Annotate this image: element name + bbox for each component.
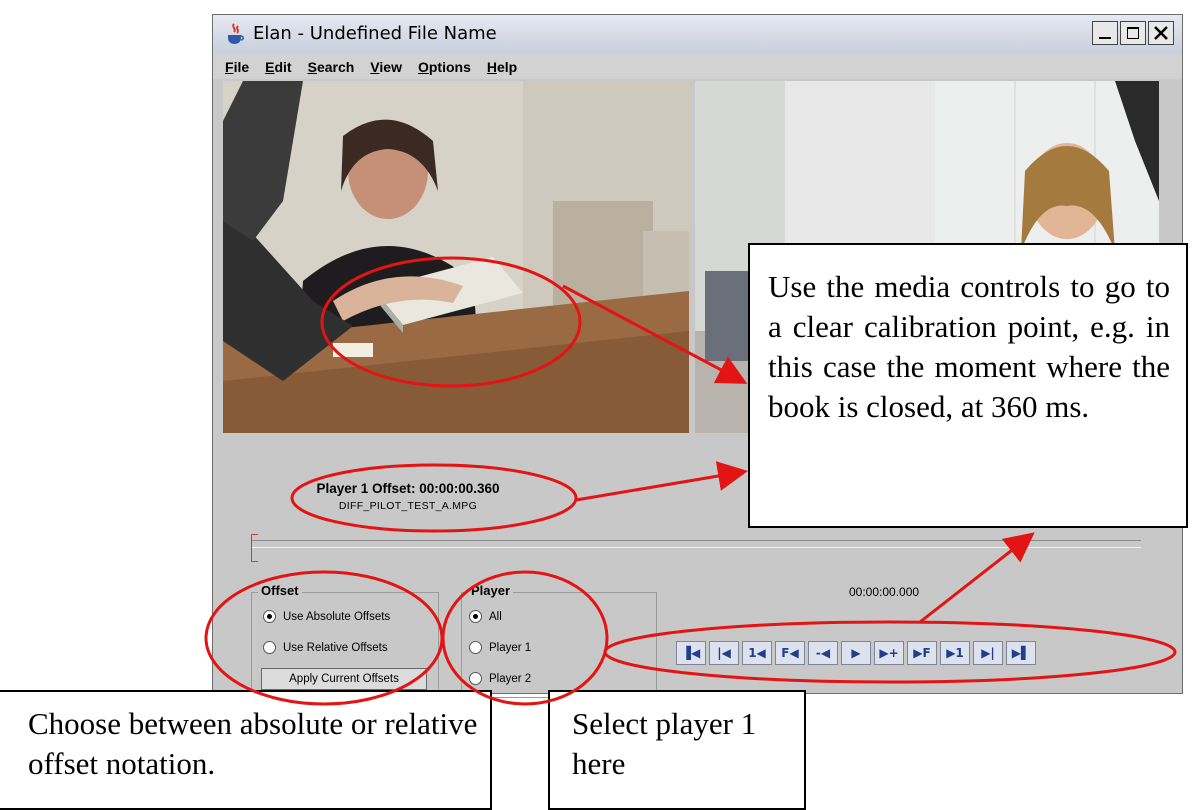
player-1-label: Player 1	[489, 641, 532, 654]
java-cup-icon	[228, 23, 244, 44]
close-icon[interactable]	[1148, 21, 1174, 45]
next-frame-icon[interactable]: ▶|	[973, 641, 1003, 665]
go-to-begin-icon[interactable]: ▐◀	[676, 641, 706, 665]
next-f-icon[interactable]: ▶F	[907, 641, 937, 665]
player-group-title: Player	[468, 583, 514, 598]
next-scroll-icon[interactable]: ▶+	[874, 641, 904, 665]
window-buttons	[1092, 21, 1174, 45]
maximize-icon[interactable]	[1120, 21, 1146, 45]
menu-edit[interactable]: Edit	[257, 53, 299, 79]
player-1-option[interactable]: Player 1	[469, 641, 531, 654]
media-file-name: DIFF_PILOT_TEST_A.MPG	[338, 500, 478, 512]
menu-file[interactable]: File	[217, 53, 257, 79]
player-offset-label: Player 1 Offset: 00:00:00.360	[316, 481, 500, 496]
video-player-1[interactable]	[223, 81, 689, 433]
play-icon[interactable]: ▶	[841, 641, 871, 665]
menu-bar: File Edit Search View Options Help	[213, 53, 1182, 79]
callout-offset-notation: Choose between absolute or relative offs…	[0, 690, 492, 810]
callout-select-player: Select player 1 here	[548, 690, 806, 810]
timeline-track[interactable]	[251, 540, 1141, 548]
player-2-radio[interactable]	[469, 672, 482, 685]
relative-offsets-label: Use Relative Offsets	[283, 641, 388, 654]
previous-1-frame-icon[interactable]: 1◀	[742, 641, 772, 665]
player-2-label: Player 2	[489, 672, 532, 685]
previous-frame-icon[interactable]: |◀	[709, 641, 739, 665]
absolute-offsets-label: Use Absolute Offsets	[283, 610, 391, 623]
apply-current-offsets-button[interactable]: Apply Current Offsets	[261, 668, 427, 690]
menu-help[interactable]: Help	[479, 53, 525, 79]
absolute-offsets-radio[interactable]	[263, 610, 276, 623]
menu-search[interactable]: Search	[300, 53, 363, 79]
title-bar: Elan - Undefined File Name	[213, 15, 1182, 54]
timeline-marker[interactable]	[251, 534, 258, 562]
player-all-label: All	[489, 610, 502, 623]
absolute-offsets-option[interactable]: Use Absolute Offsets	[263, 610, 390, 623]
media-controls: ▐◀ |◀ 1◀ F◀ -◀ ▶ ▶+ ▶F ▶1 ▶| ▶▌	[676, 641, 1036, 665]
video-frame-1	[223, 81, 689, 433]
player-all-option[interactable]: All	[469, 610, 502, 623]
player-1-radio[interactable]	[469, 641, 482, 654]
relative-offsets-option[interactable]: Use Relative Offsets	[263, 641, 388, 654]
window-title: Elan - Undefined File Name	[253, 23, 497, 44]
go-to-end-icon[interactable]: ▶▌	[1006, 641, 1036, 665]
next-1-frame-icon[interactable]: ▶1	[940, 641, 970, 665]
menu-view[interactable]: View	[362, 53, 410, 79]
player-2-option[interactable]: Player 2	[469, 672, 531, 685]
minimize-icon[interactable]	[1092, 21, 1118, 45]
offset-group-title: Offset	[258, 583, 302, 598]
menu-options[interactable]: Options	[410, 53, 479, 79]
callout-media-controls: Use the media controls to go to a clear …	[748, 243, 1188, 528]
media-timecode: 00:00:00.000	[849, 585, 920, 599]
previous-scroll-icon[interactable]: -◀	[808, 641, 838, 665]
relative-offsets-radio[interactable]	[263, 641, 276, 654]
player-all-radio[interactable]	[469, 610, 482, 623]
previous-f-icon[interactable]: F◀	[775, 641, 805, 665]
